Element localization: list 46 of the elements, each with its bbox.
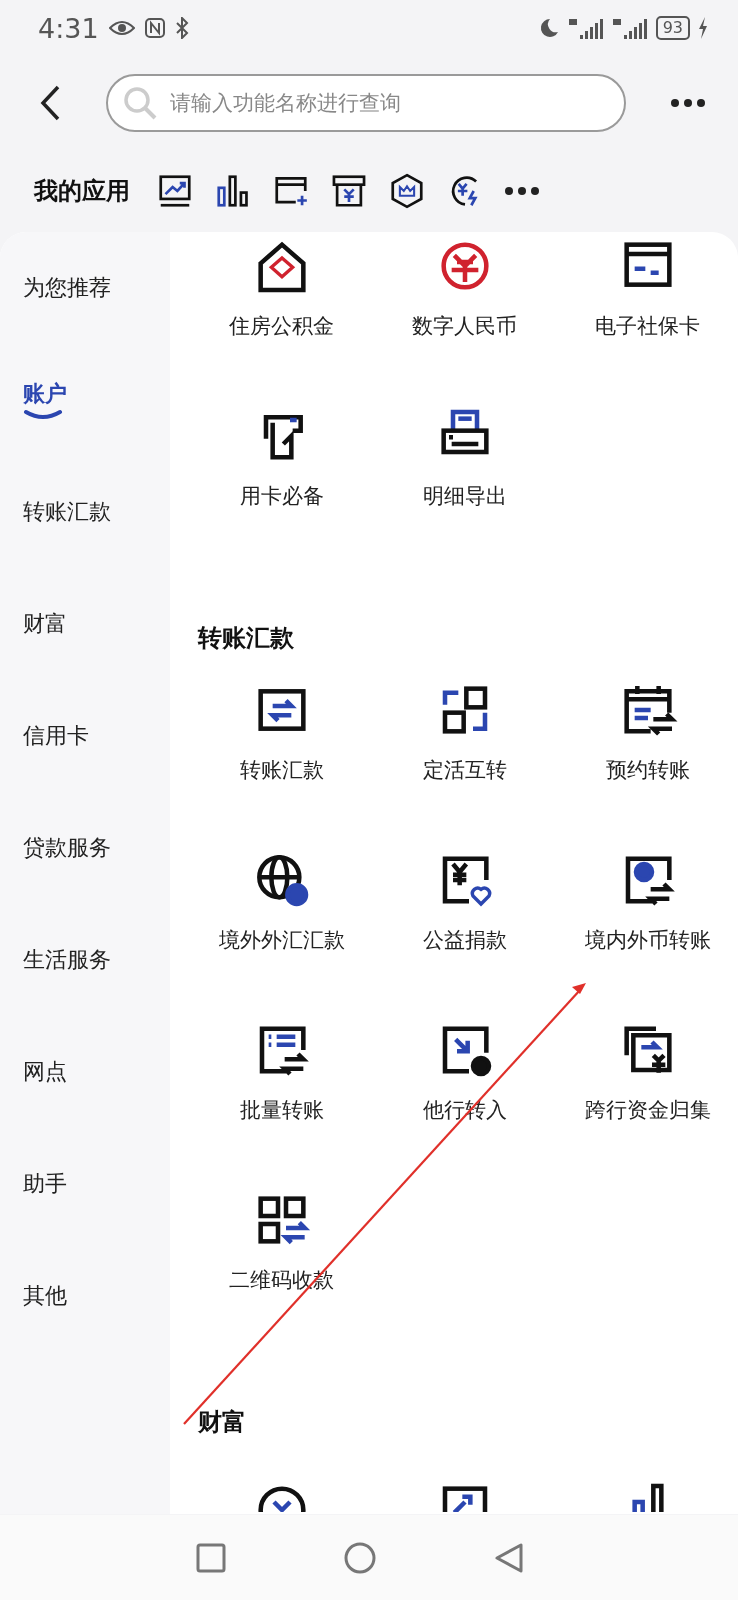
sidebar-item[interactable]: 账户 xyxy=(0,344,170,456)
back-nav-icon[interactable] xyxy=(494,1541,524,1574)
sidebar-item[interactable]: 转账汇款 xyxy=(0,456,170,568)
search-field[interactable]: 请输入功能名称进行查询 xyxy=(106,74,626,132)
sidebar-item[interactable]: 为您推荐 xyxy=(0,232,170,344)
section-title: 我的应用 xyxy=(34,176,130,207)
eye-icon xyxy=(108,20,135,36)
bluetooth-icon xyxy=(174,17,189,39)
yen-box-icon[interactable] xyxy=(330,172,368,210)
app-label[interactable]: 转账汇款 xyxy=(239,756,324,784)
sidebar-item[interactable]: 网点 xyxy=(0,1016,170,1128)
app-label[interactable]: 住房公积金 xyxy=(229,312,334,340)
recent-apps-icon[interactable] xyxy=(196,1542,226,1573)
section-title: 转账汇款 xyxy=(196,623,295,654)
battery-level: 93 xyxy=(655,16,690,40)
app-label[interactable]: 预约转账 xyxy=(605,756,690,784)
signal-icon xyxy=(611,17,648,39)
chart-monitor-icon[interactable] xyxy=(156,172,194,210)
more-icon[interactable] xyxy=(504,186,540,196)
app-label[interactable]: 批量转账 xyxy=(239,1096,324,1124)
crown-badge-icon[interactable] xyxy=(388,172,426,210)
home-icon[interactable] xyxy=(344,1541,376,1574)
more-icon[interactable] xyxy=(670,98,706,108)
app-label[interactable]: 定活互转 xyxy=(422,756,507,784)
sidebar-item[interactable]: 生活服务 xyxy=(0,904,170,1016)
app-label[interactable]: 境外外汇汇款 xyxy=(218,926,345,954)
sidebar-item[interactable]: 贷款服务 xyxy=(0,792,170,904)
app-label[interactable]: 数字人民币 xyxy=(412,312,517,340)
app-label[interactable]: 跨行资金归集 xyxy=(584,1096,711,1124)
section-title: 财富 xyxy=(197,1407,247,1438)
status-time: 4:31 xyxy=(38,12,99,44)
sidebar-item[interactable]: 信用卡 xyxy=(0,680,170,792)
sidebar-item[interactable]: 财富 xyxy=(0,568,170,680)
app-label[interactable]: 境内外币转账 xyxy=(584,926,711,954)
selected-underline xyxy=(23,409,63,421)
app-label[interactable]: 明细导出 xyxy=(422,482,507,510)
app-label[interactable]: 用卡必备 xyxy=(239,482,324,510)
app-label[interactable]: 公益捐款 xyxy=(422,926,507,954)
charging-icon xyxy=(698,17,708,39)
app-label[interactable]: 二维码收款 xyxy=(229,1266,334,1294)
sidebar-item[interactable]: 助手 xyxy=(0,1128,170,1240)
nfc-icon xyxy=(144,18,165,38)
signal-icon xyxy=(567,17,604,39)
app-label[interactable]: 电子社保卡 xyxy=(595,312,700,340)
sidebar-item[interactable]: 其他 xyxy=(0,1240,170,1352)
back-icon[interactable] xyxy=(40,85,62,121)
